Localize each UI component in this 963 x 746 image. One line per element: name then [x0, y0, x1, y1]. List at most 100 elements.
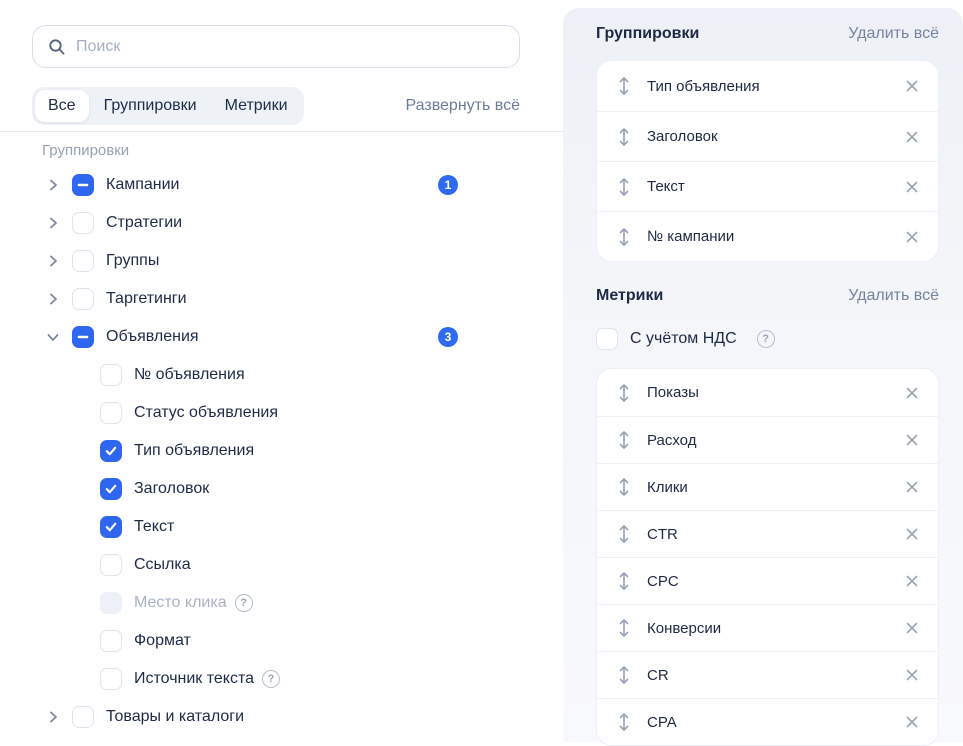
checkbox-indeterminate[interactable]: [72, 174, 94, 196]
selected-field-row: Заголовок: [597, 111, 938, 161]
checkbox-unchecked[interactable]: [100, 554, 122, 576]
tab-all[interactable]: Все: [35, 90, 89, 122]
drag-handle-icon[interactable]: [617, 382, 631, 404]
tree-row[interactable]: Статус объявления: [0, 394, 563, 432]
tree-row[interactable]: Тип объявления: [0, 432, 563, 470]
selected-field-label: Конверсии: [647, 620, 904, 637]
selected-count-badge: 1: [438, 175, 458, 195]
remove-field-icon[interactable]: [904, 179, 920, 195]
tabs-row: ВсеГруппировкиМетрики Развернуть всё: [32, 85, 520, 127]
chevron-right-icon[interactable]: [42, 288, 64, 310]
tab-metrics[interactable]: Метрики: [212, 90, 301, 122]
drag-handle-icon[interactable]: [617, 711, 631, 733]
chevron-right-icon[interactable]: [42, 250, 64, 272]
selected-field-row: № кампании: [597, 211, 938, 261]
remove-field-icon[interactable]: [904, 479, 920, 495]
selected-field-label: Заголовок: [647, 128, 904, 145]
tree-item-label: Статус объявления: [134, 404, 278, 422]
metrics-title: Метрики: [596, 287, 663, 305]
groupings-clear-all-link[interactable]: Удалить всё: [848, 25, 939, 43]
checkbox-unchecked[interactable]: [100, 630, 122, 652]
selected-field-row: CTR: [597, 510, 938, 557]
vat-checkbox[interactable]: [596, 328, 618, 350]
checkbox-unchecked[interactable]: [72, 212, 94, 234]
remove-field-icon[interactable]: [904, 667, 920, 683]
remove-field-icon[interactable]: [904, 78, 920, 94]
drag-handle-icon[interactable]: [617, 429, 631, 451]
remove-field-icon[interactable]: [904, 714, 920, 730]
groupings-title: Группировки: [596, 25, 699, 43]
drag-handle-icon[interactable]: [617, 176, 631, 198]
tree-row[interactable]: Группы: [0, 242, 563, 280]
groupings-header: Группировки Удалить всё: [596, 24, 939, 44]
selected-fields-panel: Группировки Удалить всё Тип объявления За…: [563, 8, 963, 742]
metrics-clear-all-link[interactable]: Удалить всё: [848, 287, 939, 305]
tree-item-label: Группы: [106, 252, 159, 270]
vat-checkbox-row[interactable]: С учётом НДС ?: [596, 326, 939, 352]
search-input[interactable]: [76, 38, 504, 56]
checkbox-checked[interactable]: [100, 478, 122, 500]
tree-item-label: Ссылка: [134, 556, 191, 574]
expand-all-link[interactable]: Развернуть всё: [406, 97, 520, 115]
tree-row[interactable]: Источник текста?: [0, 660, 563, 698]
drag-handle-icon[interactable]: [617, 75, 631, 97]
checkbox-indeterminate[interactable]: [72, 326, 94, 348]
drag-handle-icon[interactable]: [617, 664, 631, 686]
help-icon[interactable]: ?: [757, 330, 775, 348]
chevron-right-icon[interactable]: [42, 706, 64, 728]
tree-item-label: Объявления: [106, 328, 199, 346]
selected-field-row: Расход: [597, 416, 938, 463]
drag-handle-icon[interactable]: [617, 570, 631, 592]
drag-handle-icon[interactable]: [617, 226, 631, 248]
remove-field-icon[interactable]: [904, 129, 920, 145]
help-icon[interactable]: ?: [262, 670, 280, 688]
remove-field-icon[interactable]: [904, 229, 920, 245]
tree-row[interactable]: Ссылка: [0, 546, 563, 584]
chevron-down-icon[interactable]: [42, 326, 64, 348]
checkbox-unchecked[interactable]: [72, 706, 94, 728]
checkbox-checked[interactable]: [100, 516, 122, 538]
tree-row[interactable]: № объявления: [0, 356, 563, 394]
remove-field-icon[interactable]: [904, 620, 920, 636]
selected-field-label: № кампании: [647, 228, 904, 245]
tree-item-label: Стратегии: [106, 214, 182, 232]
selected-field-row: CR: [597, 651, 938, 698]
remove-field-icon[interactable]: [904, 385, 920, 401]
tree-row[interactable]: Формат: [0, 622, 563, 660]
drag-handle-icon[interactable]: [617, 476, 631, 498]
tree-row[interactable]: Текст: [0, 508, 563, 546]
tree-row[interactable]: Объявления3: [0, 318, 563, 356]
selected-field-row: Конверсии: [597, 604, 938, 651]
tab-groupings[interactable]: Группировки: [91, 90, 210, 122]
selected-field-label: Тип объявления: [647, 78, 904, 95]
fields-selector-panel: ВсеГруппировкиМетрики Развернуть всё Гру…: [0, 0, 563, 742]
chevron-right-icon[interactable]: [42, 212, 64, 234]
tree-row[interactable]: Товары и каталоги: [0, 698, 563, 736]
checkbox-unchecked[interactable]: [72, 288, 94, 310]
remove-field-icon[interactable]: [904, 526, 920, 542]
checkbox-unchecked[interactable]: [100, 668, 122, 690]
tree-row[interactable]: Стратегии: [0, 204, 563, 242]
view-filter-tabs: ВсеГруппировкиМетрики: [32, 87, 304, 125]
remove-field-icon[interactable]: [904, 573, 920, 589]
checkbox-checked[interactable]: [100, 440, 122, 462]
selected-field-label: Текст: [647, 178, 904, 195]
drag-handle-icon[interactable]: [617, 523, 631, 545]
help-icon[interactable]: ?: [235, 594, 253, 612]
checkbox-unchecked[interactable]: [72, 250, 94, 272]
chevron-right-icon[interactable]: [42, 174, 64, 196]
tree-row[interactable]: Кампании1: [0, 166, 563, 204]
checkbox-unchecked[interactable]: [100, 364, 122, 386]
tree-item-label: Формат: [134, 632, 191, 650]
search-box[interactable]: [32, 25, 520, 68]
tree-row[interactable]: Таргетинги: [0, 280, 563, 318]
vat-checkbox-label: С учётом НДС: [630, 330, 737, 348]
tree-row[interactable]: Место клика?: [0, 584, 563, 622]
drag-handle-icon[interactable]: [617, 617, 631, 639]
selected-field-row: CPA: [597, 698, 938, 745]
checkbox-unchecked[interactable]: [100, 402, 122, 424]
tree-item-label: Таргетинги: [106, 290, 187, 308]
drag-handle-icon[interactable]: [617, 126, 631, 148]
tree-row[interactable]: Заголовок: [0, 470, 563, 508]
remove-field-icon[interactable]: [904, 432, 920, 448]
